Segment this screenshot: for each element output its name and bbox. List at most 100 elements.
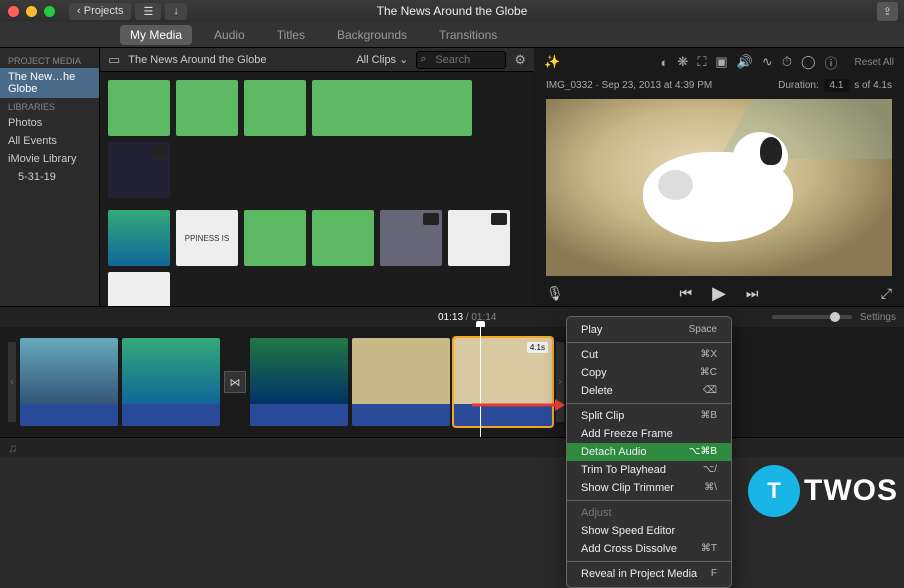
browser-clip[interactable] bbox=[244, 210, 306, 266]
settings-button[interactable]: Settings bbox=[860, 312, 896, 323]
cm-cut[interactable]: Cut⌘X bbox=[567, 346, 731, 364]
cm-reveal-in-project-media[interactable]: Reveal in Project MediaF bbox=[567, 565, 731, 583]
cm-delete[interactable]: Delete⌫ bbox=[567, 382, 731, 400]
crop-icon[interactable]: ⛶ bbox=[697, 54, 706, 70]
browser-clip[interactable] bbox=[380, 210, 442, 266]
transition-icon[interactable]: ⋈ bbox=[224, 371, 246, 393]
browser-clip[interactable] bbox=[448, 210, 510, 266]
timeline-clip[interactable] bbox=[250, 338, 348, 426]
cm-play[interactable]: PlaySpace bbox=[567, 321, 731, 339]
timeline-clip-selected[interactable]: 4.1s bbox=[454, 338, 552, 426]
close-window-button[interactable] bbox=[8, 6, 19, 17]
minimize-window-button[interactable] bbox=[26, 6, 37, 17]
cm-trim-to-playhead[interactable]: Trim To Playhead⌥/ bbox=[567, 461, 731, 479]
browser-clip[interactable] bbox=[108, 210, 170, 266]
context-menu: PlaySpace Cut⌘X Copy⌘C Delete⌫ Split Cli… bbox=[566, 316, 732, 588]
voiceover-icon[interactable]: 🎙 bbox=[546, 285, 564, 302]
browser-clip[interactable] bbox=[108, 80, 170, 136]
clip-meta-label: IMG_0332 · Sep 23, 2013 at 4:39 PM bbox=[546, 80, 712, 91]
player-controls: 🎙 ⏮ ▶ ⏭ ⤢ bbox=[534, 280, 904, 306]
stabilize-icon[interactable]: ▣ bbox=[715, 54, 727, 70]
timeline-clip[interactable] bbox=[20, 338, 118, 426]
browser-clip[interactable] bbox=[108, 272, 170, 306]
reset-all-button[interactable]: Reset All bbox=[855, 57, 894, 68]
preview-meta: IMG_0332 · Sep 23, 2013 at 4:39 PM Durat… bbox=[534, 76, 904, 95]
prev-frame-button[interactable]: ⏮ bbox=[679, 285, 692, 302]
cm-copy[interactable]: Copy⌘C bbox=[567, 364, 731, 382]
fullscreen-icon[interactable]: ⤢ bbox=[881, 285, 892, 302]
browser-options-icon[interactable]: ⚙ bbox=[514, 52, 526, 68]
share-button[interactable]: ⇪ bbox=[877, 2, 898, 21]
tab-transitions[interactable]: Transitions bbox=[429, 25, 507, 45]
duration-field[interactable]: 4.1 bbox=[824, 79, 850, 92]
speed-icon[interactable]: ⏱ bbox=[782, 54, 792, 70]
duration-readout: Duration: 4.1 s of 4.1s bbox=[778, 80, 892, 91]
play-button[interactable]: ▶ bbox=[712, 283, 726, 304]
camera-icon bbox=[151, 145, 167, 157]
zoom-window-button[interactable] bbox=[44, 6, 55, 17]
sidebar-libraries-header: Libraries bbox=[0, 98, 99, 114]
clip-filter-dropdown[interactable]: All Clips ⌄ bbox=[356, 53, 408, 66]
color-balance-icon[interactable]: ◐ bbox=[661, 55, 669, 70]
playhead[interactable] bbox=[480, 327, 481, 437]
timeline-track[interactable]: ‹ ⋈ 4.1s › bbox=[0, 327, 904, 437]
sidebar-photos[interactable]: Photos bbox=[0, 114, 99, 132]
browser-clip[interactable] bbox=[312, 210, 374, 266]
sidebar-all-events[interactable]: All Events bbox=[0, 132, 99, 150]
music-well-icon[interactable]: ♫ bbox=[8, 441, 17, 455]
cm-show-clip-trimmer[interactable]: Show Clip Trimmer⌘\ bbox=[567, 479, 731, 497]
enhance-icon[interactable]: ✨ bbox=[544, 54, 560, 70]
camera-icon bbox=[423, 213, 439, 225]
watermark: T TWOS bbox=[748, 465, 898, 517]
timeline-end-handle[interactable]: › bbox=[556, 342, 564, 422]
preview-viewer[interactable] bbox=[546, 99, 892, 276]
media-browser[interactable]: PPINESS IS iDB bbox=[100, 72, 534, 306]
filter-icon[interactable]: ◯ bbox=[801, 54, 816, 70]
library-list-button[interactable]: ☰ bbox=[135, 3, 161, 20]
watermark-text: TWOS bbox=[804, 474, 898, 508]
timeline-area: 01:13 / 01:14 Settings ‹ ⋈ 4.1s › ♫ bbox=[0, 306, 904, 457]
traffic-lights bbox=[0, 6, 55, 17]
browser-clip[interactable] bbox=[244, 80, 306, 136]
library-sidebar: Project Media The New…he Globe Libraries… bbox=[0, 48, 100, 306]
browser-clip[interactable] bbox=[312, 80, 472, 136]
sidebar-imovie-library[interactable]: iMovie Library bbox=[0, 150, 99, 168]
back-label: Projects bbox=[84, 5, 124, 17]
cm-show-speed-editor[interactable]: Show Speed Editor bbox=[567, 522, 731, 540]
preview-pane: ✨ ◐ ❋ ⛶ ▣ 🔊 ∿ ⏱ ◯ ⓘ Reset All IMG_0332 ·… bbox=[534, 48, 904, 306]
search-icon: ⌕ bbox=[420, 53, 426, 66]
cm-split-clip[interactable]: Split Clip⌘B bbox=[567, 407, 731, 425]
volume-icon[interactable]: 🔊 bbox=[737, 54, 753, 70]
preview-toolbar: ✨ ◐ ❋ ⛶ ▣ 🔊 ∿ ⏱ ◯ ⓘ Reset All bbox=[534, 48, 904, 76]
tab-titles[interactable]: Titles bbox=[267, 25, 315, 45]
noise-reduce-icon[interactable]: ∿ bbox=[762, 54, 773, 70]
next-frame-button[interactable]: ⏭ bbox=[746, 285, 759, 302]
cm-add-cross-dissolve[interactable]: Add Cross Dissolve⌘T bbox=[567, 540, 731, 558]
timeline-footer: ♫ bbox=[0, 437, 904, 457]
import-button[interactable]: ↓ bbox=[165, 3, 187, 20]
media-tabs: My Media Audio Titles Backgrounds Transi… bbox=[0, 22, 904, 48]
back-to-projects-button[interactable]: ‹ Projects bbox=[69, 3, 131, 20]
zoom-slider[interactable] bbox=[772, 315, 852, 319]
tab-my-media[interactable]: My Media bbox=[120, 25, 192, 45]
tab-backgrounds[interactable]: Backgrounds bbox=[327, 25, 417, 45]
window-titlebar: ‹ Projects ☰ ↓ The News Around the Globe… bbox=[0, 0, 904, 22]
browser-clip[interactable] bbox=[176, 80, 238, 136]
cm-detach-audio[interactable]: Detach Audio⌥⌘B bbox=[567, 443, 731, 461]
timeline-clip[interactable] bbox=[122, 338, 220, 426]
browser-clip[interactable] bbox=[108, 142, 170, 198]
tab-audio[interactable]: Audio bbox=[204, 25, 255, 45]
timeline-clip[interactable] bbox=[352, 338, 450, 426]
sidebar-project-item[interactable]: The New…he Globe bbox=[0, 68, 99, 98]
sidebar-project-media-header: Project Media bbox=[0, 52, 99, 68]
cm-add-freeze-frame[interactable]: Add Freeze Frame bbox=[567, 425, 731, 443]
info-icon[interactable]: ⓘ bbox=[825, 53, 838, 72]
filmstrip-toggle-icon[interactable]: ▭ bbox=[108, 52, 120, 68]
watermark-icon: T bbox=[748, 465, 800, 517]
timeline-start-handle[interactable]: ‹ bbox=[8, 342, 16, 422]
browser-clip[interactable]: PPINESS IS bbox=[176, 210, 238, 266]
sidebar-event-date[interactable]: 5-31-19 bbox=[0, 168, 99, 186]
camera-icon bbox=[491, 213, 507, 225]
search-input[interactable] bbox=[416, 51, 506, 69]
color-correct-icon[interactable]: ❋ bbox=[677, 54, 688, 70]
